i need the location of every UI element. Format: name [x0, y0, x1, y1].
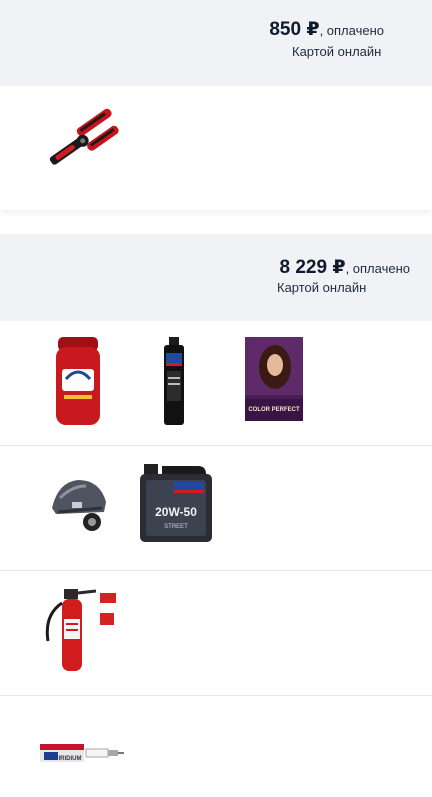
- order-items-row[interactable]: IRIDIUM: [0, 696, 432, 797]
- oil-type-label: STREET: [164, 524, 188, 530]
- order-header-1[interactable]: 850 ₽, оплачено Картой онлайн: [0, 0, 432, 86]
- wire-stripper-pliers-image[interactable]: [38, 98, 128, 188]
- order-amount: 8 229 ₽: [279, 257, 346, 278]
- liqui-moly-oil-canister-image[interactable]: 20W-50 STREET: [138, 462, 214, 544]
- spark-plug-label: IRIDIUM: [59, 756, 82, 762]
- fire-extinguisher-image[interactable]: [38, 585, 124, 673]
- old-spice-deodorant-image[interactable]: [52, 335, 104, 427]
- order-amount: 850 ₽: [269, 19, 320, 40]
- spark-plug-image[interactable]: IRIDIUM: [38, 738, 126, 772]
- hair-color-label: COLOR PERFECT: [248, 407, 300, 413]
- order-items-row[interactable]: [0, 571, 432, 696]
- order-items-row[interactable]: [0, 86, 432, 210]
- order-items-row[interactable]: COLOR PERFECT: [0, 321, 432, 446]
- payment-method: Картой онлайн: [292, 44, 382, 59]
- order-header-2[interactable]: 8 229 ₽, оплачено Картой онлайн: [0, 234, 432, 321]
- motorcycle-cover-image[interactable]: [48, 468, 110, 534]
- order-amount-line: 850 ₽, оплачено: [269, 18, 384, 41]
- oil-grade-label: 20W-50: [155, 505, 197, 519]
- order-amount-line: 8 229 ₽, оплачено: [280, 256, 410, 279]
- hair-color-box-image[interactable]: COLOR PERFECT: [245, 337, 303, 421]
- paid-status: , оплачено: [319, 23, 384, 38]
- paid-status: , оплачено: [345, 261, 410, 276]
- order-items-row[interactable]: 20W-50 STREET: [0, 446, 432, 571]
- payment-method: Картой онлайн: [277, 280, 367, 295]
- liqui-moly-oil-bottle-image[interactable]: [159, 337, 189, 427]
